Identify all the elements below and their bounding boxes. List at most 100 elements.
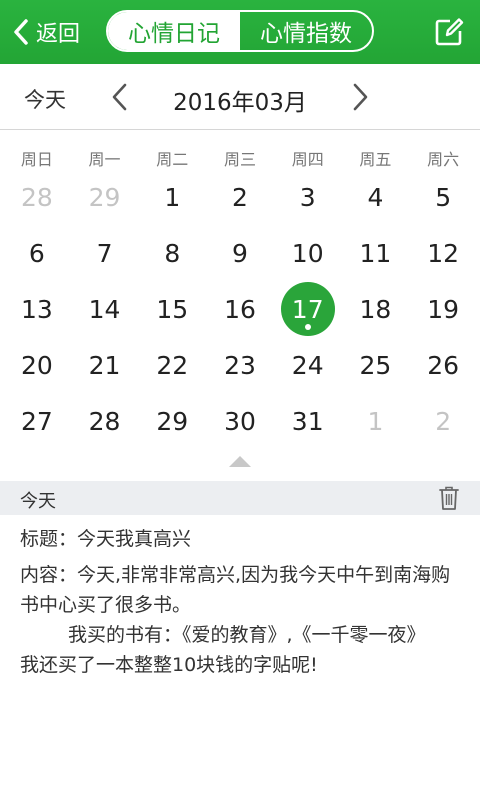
collapse-arrow-icon[interactable] xyxy=(229,455,251,467)
day-number: 6 xyxy=(28,238,45,268)
calendar-day[interactable]: 26 xyxy=(409,337,477,393)
calendar-day[interactable]: 20 xyxy=(3,337,71,393)
calendar-day[interactable]: 8 xyxy=(138,225,206,281)
edit-icon[interactable] xyxy=(434,17,464,47)
weekday-label: 周二 xyxy=(156,150,189,169)
calendar-day[interactable]: 29 xyxy=(138,393,206,449)
calendar-day[interactable]: 22 xyxy=(138,337,206,393)
calendar-day[interactable]: 13 xyxy=(3,281,71,337)
calendar-day[interactable]: 5 xyxy=(409,169,477,225)
day-number: 17 xyxy=(291,294,324,324)
calendar-day[interactable]: 7 xyxy=(71,225,139,281)
day-number: 19 xyxy=(427,294,460,324)
day-number: 10 xyxy=(291,238,324,268)
calendar-day[interactable]: 1 xyxy=(342,393,410,449)
calendar-day[interactable]: 3 xyxy=(274,169,342,225)
day-number: 11 xyxy=(359,238,392,268)
calendar-day[interactable]: 9 xyxy=(206,225,274,281)
day-number: 8 xyxy=(164,238,181,268)
calendar-day[interactable]: 15 xyxy=(138,281,206,337)
month-title: 2016年03月 xyxy=(173,90,307,116)
day-number: 22 xyxy=(156,350,189,380)
entry-last-line: 我还买了一本整整10块钱的字贴呢! xyxy=(20,654,318,676)
weekday-label: 周五 xyxy=(359,150,392,169)
calendar-day[interactable]: 29 xyxy=(71,169,139,225)
calendar-day[interactable]: 30 xyxy=(206,393,274,449)
trash-icon[interactable] xyxy=(438,485,460,511)
day-number: 29 xyxy=(88,182,121,212)
day-number: 2 xyxy=(435,406,452,436)
day-number: 5 xyxy=(435,182,452,212)
day-number: 28 xyxy=(20,182,53,212)
day-number: 24 xyxy=(291,350,324,380)
calendar-day[interactable]: 28 xyxy=(3,169,71,225)
day-number: 31 xyxy=(291,406,324,436)
calendar-day[interactable]: 27 xyxy=(3,393,71,449)
day-number: 4 xyxy=(367,182,384,212)
calendar-day[interactable]: 11 xyxy=(342,225,410,281)
day-number: 16 xyxy=(224,294,256,324)
calendar-day[interactable]: 14 xyxy=(71,281,139,337)
weekday-header: 周日 周一 周二 周三 周四 周五 周六 xyxy=(3,146,477,170)
calendar-day[interactable]: 18 xyxy=(342,281,410,337)
day-number: 14 xyxy=(88,294,121,324)
chevron-right-icon[interactable] xyxy=(348,82,372,112)
calendar-day[interactable]: 24 xyxy=(274,337,342,393)
calendar-day[interactable]: 16 xyxy=(206,281,274,337)
day-number: 1 xyxy=(367,406,384,436)
month-navigation-bar: 今天 2016年03月 xyxy=(0,64,480,130)
chevron-left-icon xyxy=(14,19,28,45)
day-number: 29 xyxy=(156,406,189,436)
day-number: 2 xyxy=(232,182,248,212)
calendar-day[interactable]: 23 xyxy=(206,337,274,393)
calendar-day[interactable]: 6 xyxy=(3,225,71,281)
calendar-day[interactable]: 21 xyxy=(71,337,139,393)
weekday-label: 周一 xyxy=(88,150,121,169)
calendar-day[interactable]: 2 xyxy=(206,169,274,225)
entry-content: 内容：今天,非常非常高兴,因为我今天中午到南海购书中心买了很多书。 xyxy=(20,564,451,616)
day-number: 18 xyxy=(359,294,392,324)
calendar-day[interactable]: 25 xyxy=(342,337,410,393)
calendar-day[interactable]: 4 xyxy=(342,169,410,225)
weekday-label: 周三 xyxy=(223,150,256,169)
tab-mood-index[interactable]: 心情指数 xyxy=(240,12,372,50)
entry-indicator-dot xyxy=(304,324,311,330)
day-number: 15 xyxy=(156,294,189,324)
calendar-day[interactable]: 28 xyxy=(71,393,139,449)
mode-segmented-control: 心情日记 心情指数 xyxy=(106,10,374,52)
day-number: 21 xyxy=(88,350,121,380)
day-number: 20 xyxy=(20,350,53,380)
calendar-day-selected[interactable]: 17 xyxy=(274,281,342,337)
tab-mood-diary[interactable]: 心情日记 xyxy=(108,12,240,50)
entry-header-bar: 今天 xyxy=(0,481,480,515)
day-number: 12 xyxy=(427,238,460,268)
day-number: 23 xyxy=(224,350,256,380)
day-number: 13 xyxy=(20,294,53,324)
calendar-day[interactable]: 12 xyxy=(409,225,477,281)
calendar-day[interactable]: 19 xyxy=(409,281,477,337)
calendar-day[interactable]: 2 xyxy=(409,393,477,449)
weekday-label: 周四 xyxy=(291,150,324,169)
entry-title: 标题：今天我真高兴 xyxy=(20,528,192,550)
weekday-label: 周六 xyxy=(427,150,460,169)
day-number: 3 xyxy=(299,182,316,212)
entry-date-label: 今天 xyxy=(20,491,56,512)
day-number: 7 xyxy=(96,238,113,268)
day-number: 26 xyxy=(427,350,460,380)
calendar-day[interactable]: 10 xyxy=(274,225,342,281)
top-app-bar: 返回 心情日记 心情指数 xyxy=(0,0,480,64)
weekday-label: 周日 xyxy=(20,150,53,169)
calendar-day[interactable]: 1 xyxy=(138,169,206,225)
day-number: 27 xyxy=(20,406,53,436)
day-number: 28 xyxy=(88,406,121,436)
calendar-grid: 28 29 1 2 3 4 5 6 7 8 9 10 11 12 13 14 15 16 17 18 19 20 21 22 2… xyxy=(3,169,477,449)
day-number: 30 xyxy=(224,406,256,436)
calendar-day[interactable]: 31 xyxy=(274,393,342,449)
back-button[interactable]: 返回 xyxy=(12,14,80,50)
diary-entry: 标题：今天我真高兴 内容：今天,非常非常高兴,因为我今天中午到南海购书中心买了很… xyxy=(20,524,468,680)
entry-books-line: 我买的书有：《爱的教育》,《一千零一夜》 xyxy=(68,624,426,646)
day-number: 25 xyxy=(359,350,392,380)
back-label: 返回 xyxy=(36,22,81,47)
day-number: 9 xyxy=(232,238,248,268)
day-number: 1 xyxy=(164,182,181,212)
